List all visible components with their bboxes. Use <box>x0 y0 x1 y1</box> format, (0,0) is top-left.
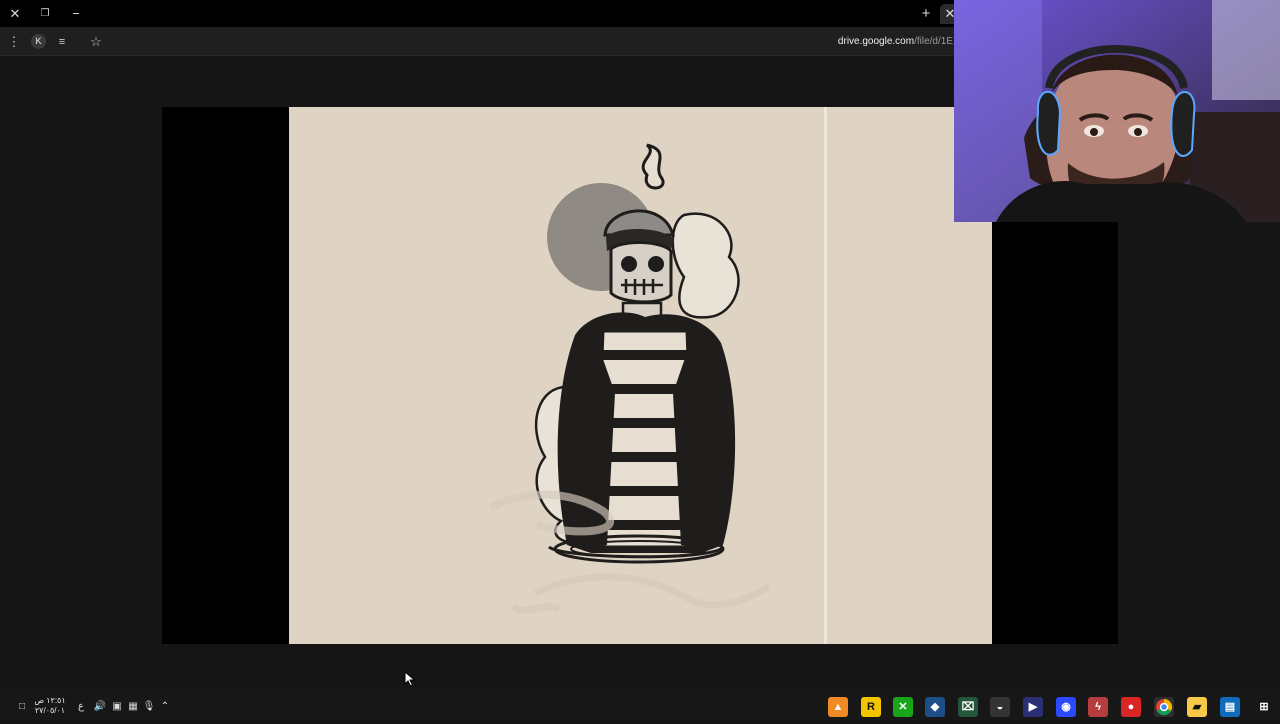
reading-list-icon[interactable]: ≡ <box>53 33 71 51</box>
address-bar[interactable]: drive.google.com/file/d/1E <box>838 36 953 47</box>
plus-icon[interactable]: + <box>916 4 936 24</box>
discord-icon[interactable]: ◉ <box>1056 697 1076 717</box>
edge-game-icon[interactable]: ◒ <box>990 697 1010 717</box>
url-host: drive.google.com <box>837 36 915 47</box>
steam-icon[interactable]: ◆ <box>925 697 945 717</box>
profile-avatar[interactable]: K <box>31 34 46 49</box>
media-player-icon[interactable]: ▶ <box>1023 697 1043 717</box>
chevron-up-icon[interactable]: ⌃ <box>158 700 172 714</box>
microphone-icon[interactable]: 🎙 <box>142 700 156 714</box>
network-icon[interactable]: ▣ <box>110 700 124 714</box>
mouse-pointer-icon <box>404 671 416 687</box>
notification-icon[interactable]: □ <box>15 700 29 714</box>
close-icon[interactable]: ✕ <box>5 4 25 24</box>
xbox-icon[interactable]: ✕ <box>893 697 913 717</box>
windows-start-icon[interactable]: ⊞ <box>1254 697 1274 717</box>
speaker-icon[interactable]: 🔊 <box>93 700 107 714</box>
record-icon[interactable]: ● <box>1121 697 1141 717</box>
url-path: /file/d/1E <box>914 36 953 47</box>
folder-icon[interactable]: ▰ <box>1187 697 1207 717</box>
taskbar-clock[interactable]: ١٢:٥١ ص ٢٧/٠٥/٠١ <box>28 696 72 716</box>
xbox-app-icon[interactable]: ⌧ <box>958 697 978 717</box>
display-icon[interactable]: ▦ <box>126 700 140 714</box>
restore-icon[interactable]: ❐ <box>35 4 55 24</box>
vlc-icon[interactable]: ▲ <box>828 697 848 717</box>
store-icon[interactable]: ▤ <box>1220 697 1240 717</box>
rockstar-icon[interactable]: R <box>861 697 881 717</box>
clock-time: ١٢:٥١ ص <box>34 696 66 705</box>
minimize-icon[interactable]: − <box>66 4 86 24</box>
webcam-overlay <box>954 0 1280 222</box>
clock-date: ٢٧/٠٥/٠١ <box>34 706 66 715</box>
chrome-icon[interactable] <box>1154 697 1174 717</box>
epic-games-icon[interactable]: ϟ <box>1088 697 1108 717</box>
language-indicator[interactable]: ع <box>74 700 88 714</box>
sketch-poster-image <box>289 107 992 644</box>
more-vertical-icon[interactable]: ⋮ <box>5 33 23 51</box>
star-icon[interactable]: ☆ <box>87 33 105 51</box>
